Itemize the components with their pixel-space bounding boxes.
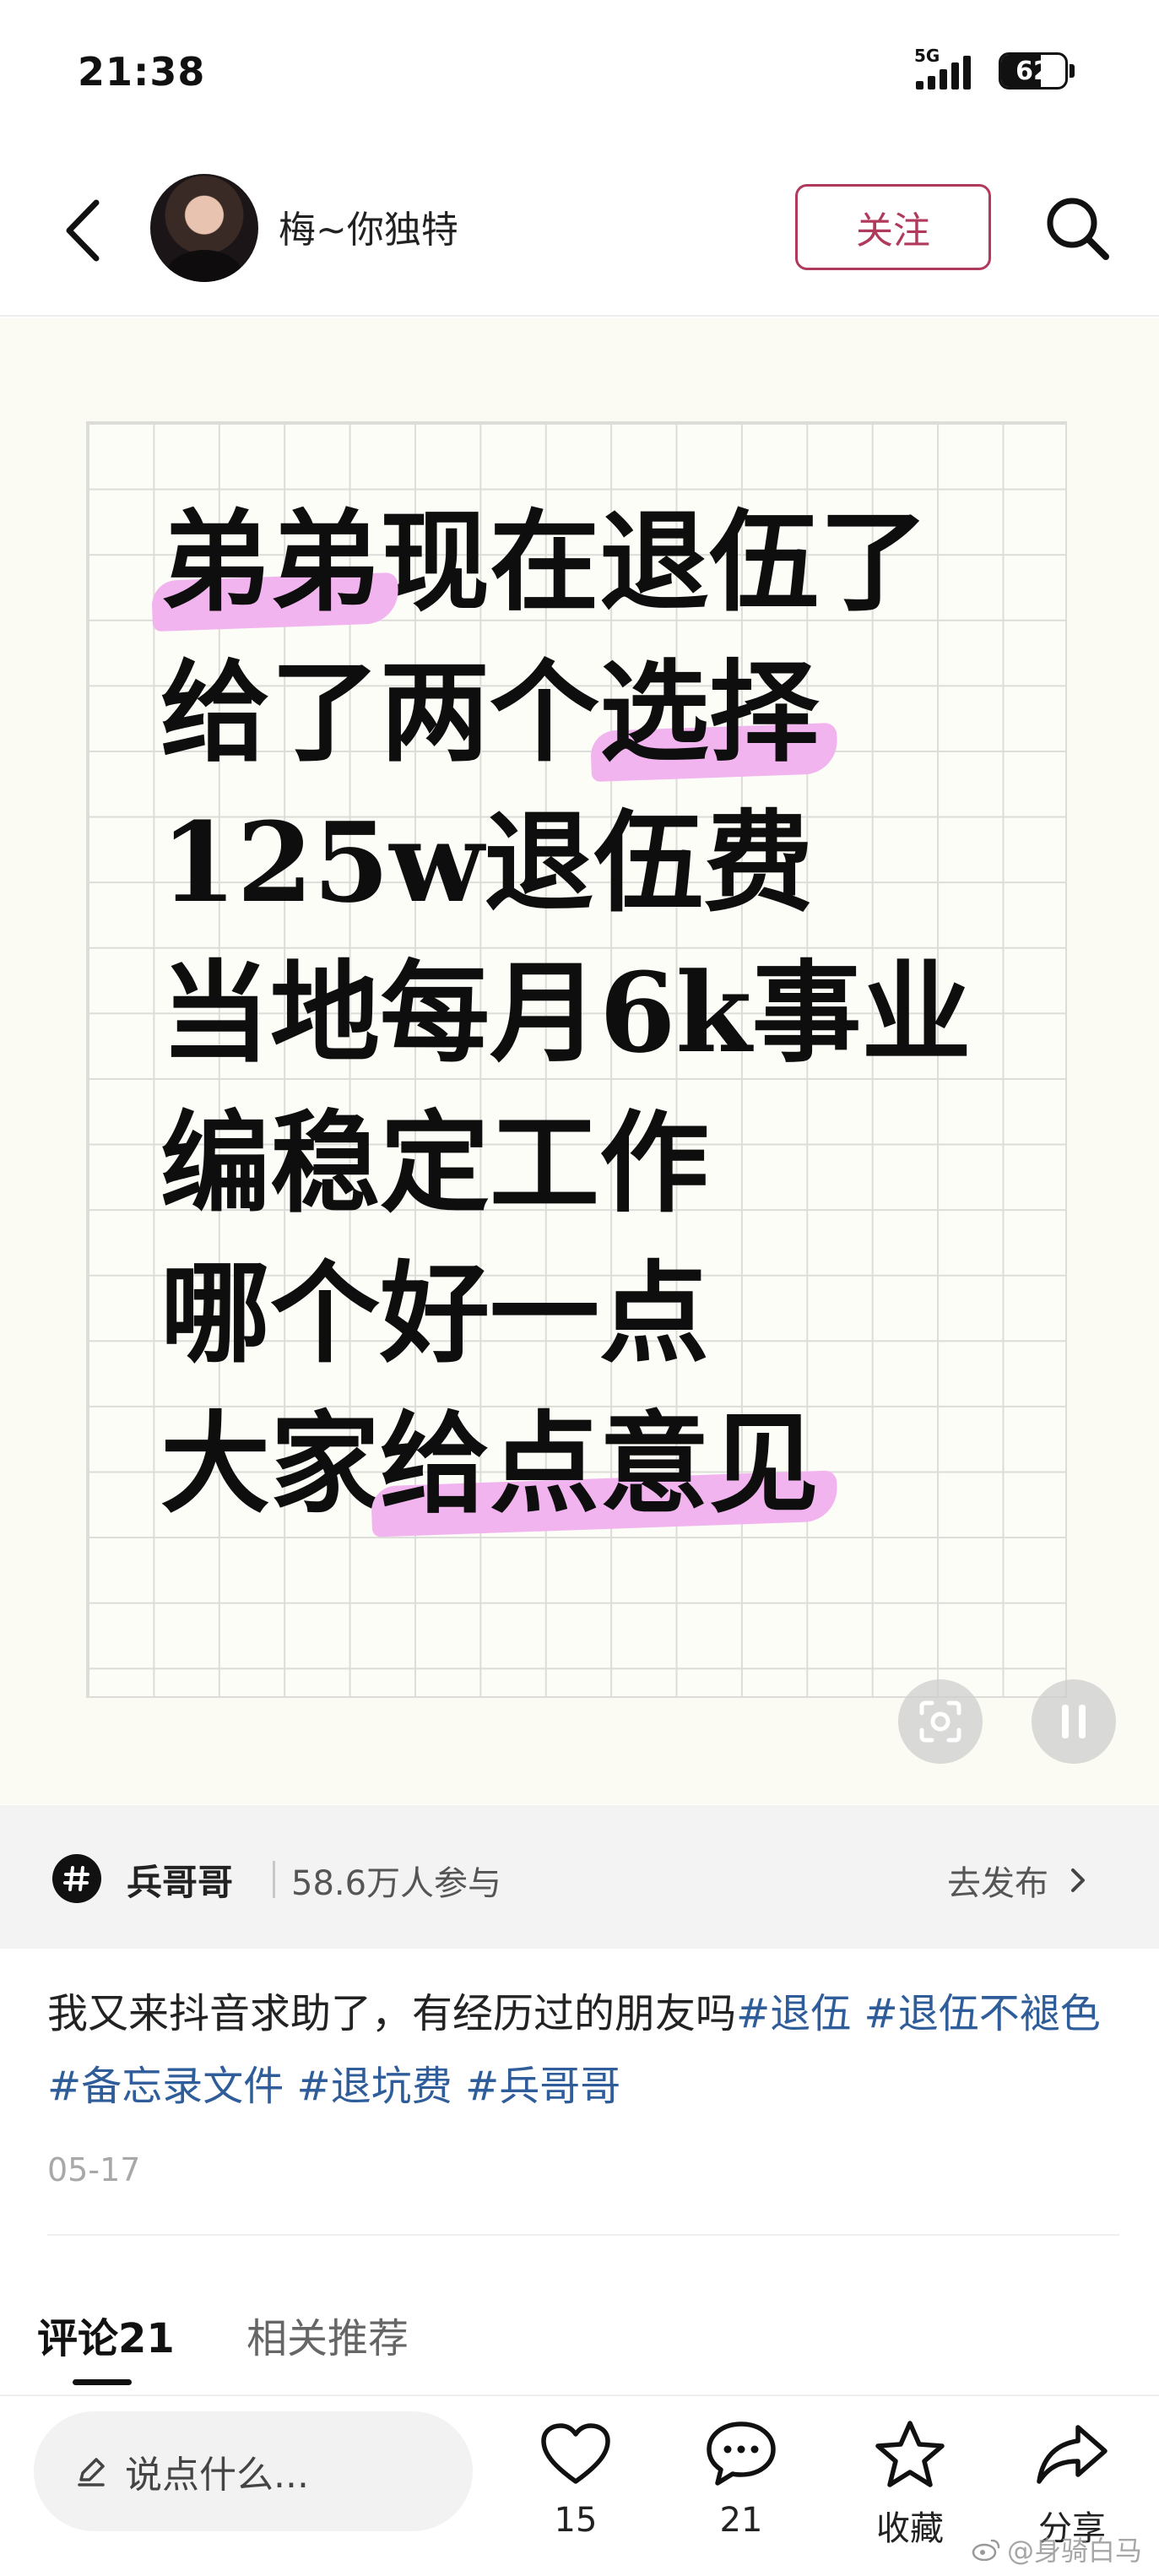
post-caption: 我又来抖音求助了，有经历过的朋友吗#退伍 #退伍不褪色 #备忘录文件 #退坑费 … [47, 1977, 1119, 2123]
star-icon [875, 2421, 945, 2487]
share-arrow-icon [1037, 2425, 1108, 2484]
watermark-text: @身骑白马 [1006, 2535, 1142, 2567]
battery-cap [1070, 64, 1075, 78]
search-icon [1047, 198, 1109, 260]
note-line: 哪个好一点 [160, 1249, 710, 1378]
comment-placeholder: 说点什么... [125, 2454, 309, 2497]
image-search-button[interactable] [898, 1679, 983, 1764]
nav-bar: 梅~你独特 关注 [0, 144, 1159, 317]
tab-related[interactable]: 相关推荐 [246, 2305, 409, 2364]
hashtag-link[interactable]: #退伍不褪色 [864, 1990, 1101, 2037]
note-line: 编稳定工作 [160, 1098, 710, 1228]
post-date: 05-17 [47, 2151, 141, 2188]
topic-bar[interactable]: 兵哥哥 58.6万人参与 去发布 [0, 1805, 1159, 1949]
signal-icon: 5G [914, 46, 980, 93]
hashtag-link[interactable]: #备忘录文件 [47, 2063, 284, 2110]
battery-level: 62 [1015, 57, 1051, 86]
comment-input[interactable]: 说点什么... [34, 2411, 473, 2531]
divider [273, 1861, 275, 1898]
status-indicators: 5G 62 [914, 46, 1075, 93]
hashtag-link[interactable]: #兵哥哥 [465, 2063, 620, 2110]
status-time: 21:38 [78, 49, 206, 95]
pencil-icon [78, 2458, 105, 2487]
hashtag-icon [52, 1854, 101, 1903]
battery-icon: 62 [999, 52, 1068, 89]
divider [47, 2234, 1119, 2236]
avatar[interactable] [150, 174, 258, 282]
pause-button[interactable] [1032, 1679, 1116, 1764]
comment-count: 21 [719, 2501, 763, 2540]
note-line: 弟弟现在退伍了 [160, 487, 972, 637]
watermark: @身骑白马 [972, 2530, 1142, 2568]
comment-bubble-icon [707, 2421, 776, 2486]
like-button[interactable]: 15 [517, 2416, 635, 2540]
search-button[interactable] [1037, 187, 1118, 268]
active-tab-indicator [73, 2379, 132, 2385]
chevron-right-icon [1071, 1868, 1085, 1892]
note-line: 125w退伍费 [160, 798, 814, 927]
scan-icon [919, 1700, 961, 1743]
favorite-label: 收藏 [876, 2509, 944, 2548]
comment-button[interactable]: 21 [682, 2416, 800, 2540]
username[interactable]: 梅~你独特 [279, 199, 458, 253]
note-line: 给了两个选择 [160, 637, 972, 788]
favorite-button[interactable]: 收藏 [851, 2416, 969, 2550]
topic-name[interactable]: 兵哥哥 [127, 1854, 233, 1906]
chevron-left-icon [66, 199, 100, 262]
publish-label: 去发布 [947, 1864, 1048, 1903]
back-button[interactable] [52, 193, 111, 268]
tab-comments[interactable]: 评论21 [37, 2305, 175, 2364]
hashtag-link[interactable]: #退坑费 [297, 2063, 452, 2110]
hashtag-link[interactable]: #退伍 [736, 1990, 851, 2037]
heart-icon [541, 2423, 610, 2484]
like-count: 15 [554, 2501, 598, 2540]
network-type: 5G [914, 46, 940, 66]
follow-button[interactable]: 关注 [795, 184, 991, 270]
caption-text: 我又来抖音求助了，有经历过的朋友吗 [47, 1990, 737, 2037]
topic-participants: 58.6万人参与 [291, 1864, 502, 1903]
pause-icon [1062, 1705, 1086, 1738]
publish-link[interactable]: 去发布 [947, 1856, 1086, 1905]
note-text: 弟弟现在退伍了 给了两个选择 125w退伍费 当地每月6k事业 编稳定工作 哪个… [160, 487, 972, 1539]
note-line: 大家给点意见 [160, 1389, 972, 1539]
bottom-bar: 说点什么... 15 21 收藏 分享 @身骑白马 [0, 2394, 1159, 2576]
note-line: 当地每月6k事业 [160, 948, 972, 1077]
weibo-logo-icon [972, 2539, 1000, 2561]
post-image[interactable]: 弟弟现在退伍了 给了两个选择 125w退伍费 当地每月6k事业 编稳定工作 哪个… [0, 318, 1159, 1804]
status-bar: 21:38 5G 62 [0, 0, 1159, 144]
